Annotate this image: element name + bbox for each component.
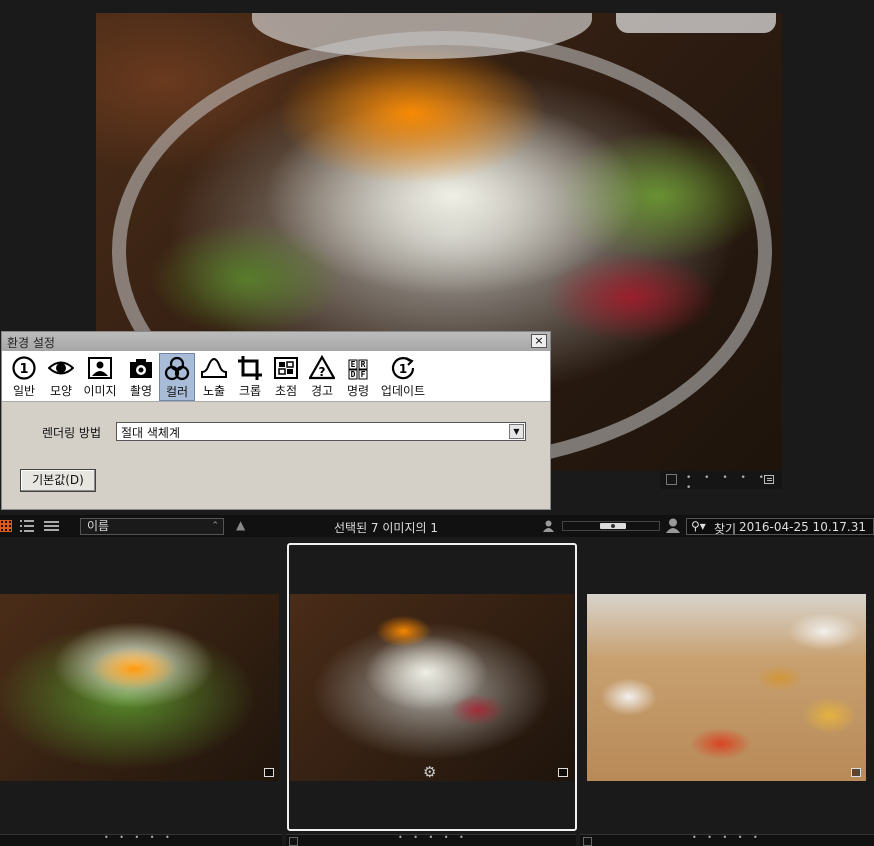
svg-text:1: 1 [19, 362, 28, 377]
sort-value: 이름 [87, 519, 110, 533]
sort-direction-button[interactable]: ▲ [236, 518, 245, 532]
default-button[interactable]: 기본값(D) [20, 469, 96, 492]
camera-icon [130, 359, 152, 378]
gear-icon[interactable]: ⚙ [423, 763, 436, 781]
tab-label: 초점 [274, 384, 298, 398]
preferences-tab-bar: 1 일반 모양 이미지 촬영 컬러 노출 크롭 초점 ? 경고 E R D F … [2, 351, 550, 402]
general-icon: 1 [12, 356, 36, 380]
tab-shooting[interactable]: 촬영 [124, 353, 158, 401]
grid-view-icon[interactable] [0, 520, 12, 532]
tab-image[interactable]: 이미지 [80, 353, 120, 401]
preview-checkbox[interactable] [666, 474, 677, 485]
svg-text:D: D [351, 370, 356, 379]
rating-dots[interactable]: • • • • • [692, 833, 762, 842]
focus-icon [274, 357, 298, 379]
thumbnail-status-bar: • • • • • [0, 833, 282, 846]
person-small-icon[interactable] [543, 520, 554, 532]
tab-command[interactable]: ERDF 명령 [341, 353, 375, 401]
tab-label: 컬러 [165, 385, 189, 399]
search-input[interactable]: 2016-04-25 10.17.31 [739, 520, 866, 534]
svg-text:1: 1 [399, 362, 407, 376]
tab-update[interactable]: 1 업데이트 [377, 353, 429, 401]
thumbnail-image-1[interactable] [0, 594, 279, 781]
search-label: 찾기 [714, 522, 737, 536]
tab-appearance[interactable]: 모양 [44, 353, 78, 401]
exposure-icon [201, 357, 227, 378]
tab-label: 명령 [346, 384, 370, 398]
tab-crop[interactable]: 크롭 [233, 353, 267, 401]
update-icon: 1 [391, 357, 415, 380]
rendering-method-select[interactable]: 절대 색체계 ▼ [116, 422, 526, 441]
tab-label: 업데이트 [380, 384, 426, 398]
rendering-method-label: 렌더링 방법 [42, 426, 102, 440]
close-button[interactable]: × [531, 334, 547, 348]
svg-text:R: R [361, 360, 366, 369]
sort-select[interactable]: 이름 ⌃ [80, 518, 224, 535]
eye-icon [48, 361, 74, 375]
svg-text:F: F [361, 370, 366, 379]
dialog-title: 환경 설정 [7, 336, 55, 350]
tab-label: 경고 [310, 384, 334, 398]
dialog-title-bar[interactable]: 환경 설정 × [2, 332, 550, 351]
person-large-icon[interactable] [666, 518, 680, 533]
search-icon[interactable]: ⚲▾ [691, 519, 706, 533]
svg-text:E: E [351, 360, 356, 369]
tab-label: 일반 [12, 384, 36, 398]
svg-text:?: ? [319, 365, 326, 379]
tab-label: 이미지 [83, 384, 117, 398]
command-icon: E RD F [348, 358, 368, 380]
preview-status-bar: • • • • • • [660, 471, 782, 493]
warning-icon: ? [309, 355, 335, 380]
tab-focus[interactable]: 초점 [269, 353, 303, 401]
tab-label: 크롭 [238, 384, 262, 398]
thumbnail-status-bar: • • • • • [286, 833, 576, 846]
color-circles-icon [164, 356, 190, 381]
details-icon[interactable] [851, 768, 861, 777]
details-icon[interactable] [558, 768, 568, 777]
preferences-dialog: 환경 설정 × 1 일반 모양 이미지 촬영 컬러 노출 크롭 초점 ? 경고 … [1, 331, 551, 510]
rating-dots[interactable]: • • • • • [398, 833, 468, 842]
detail-view-icon[interactable] [44, 521, 59, 531]
tab-general[interactable]: 1 일반 [7, 353, 41, 401]
search-field[interactable]: ⚲▾ 찾기 2016-04-25 10.17.31 [686, 518, 874, 536]
chevron-down-icon[interactable]: ▼ [509, 424, 524, 439]
tab-exposure[interactable]: 노출 [197, 353, 231, 401]
tab-warning[interactable]: ? 경고 [305, 353, 339, 401]
tab-label: 노출 [202, 384, 226, 398]
updown-chevron-icon: ⌃ [211, 521, 219, 531]
details-icon[interactable] [264, 768, 274, 777]
tab-label: 촬영 [129, 384, 153, 398]
photo-viewer-app: • • • • • • 환경 설정 × 1 일반 모양 이미지 촬영 컬러 노출… [0, 0, 874, 846]
tab-label: 모양 [49, 384, 73, 398]
image-icon [88, 357, 112, 379]
rating-dots[interactable]: • • • • • [104, 833, 174, 842]
thumbnail-size-slider[interactable] [562, 521, 660, 531]
selected-thumbnail-frame [287, 543, 577, 831]
tab-color[interactable]: 컬러 [159, 353, 195, 401]
thumbnail-status-bar: • • • • • [580, 833, 874, 846]
selection-status: 선택된 7 이미지의 1 [334, 521, 438, 535]
list-view-icon[interactable] [20, 520, 34, 532]
crop-icon [238, 356, 262, 380]
rendering-method-value: 절대 색체계 [121, 426, 181, 440]
plate-shape [616, 13, 776, 33]
thumbnail-checkbox[interactable] [583, 837, 592, 846]
thumbnail-image-3[interactable] [587, 594, 866, 781]
filmstrip-toolbar: 이름 ⌃ ▲ 선택된 7 이미지의 1 ⚲▾ 찾기 2016-04-25 10.… [0, 515, 874, 537]
slider-thumb[interactable] [600, 523, 626, 529]
thumbnail-checkbox[interactable] [289, 837, 298, 846]
details-icon[interactable] [764, 475, 774, 484]
